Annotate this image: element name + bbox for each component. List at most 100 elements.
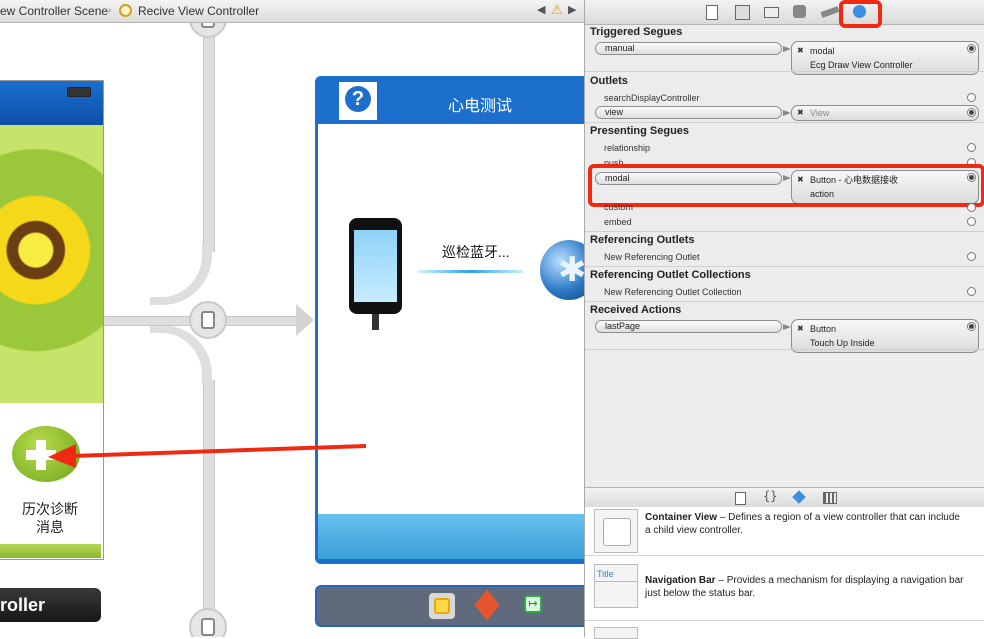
last-page-action-connector[interactable] (967, 322, 976, 331)
next-issue-icon[interactable]: ▶ (568, 3, 576, 16)
dest-line1: View (810, 108, 830, 118)
relationship-connector[interactable] (967, 143, 976, 152)
bluetooth-scan-label: 巡检蓝牙... (442, 244, 510, 260)
disconnect-icon[interactable]: ✖ (797, 106, 804, 120)
history-diagnosis-button[interactable] (12, 426, 84, 486)
connection-arrow (783, 324, 791, 330)
library-item-name: Container View (645, 512, 718, 523)
new-referencing-collection: New Referencing Outlet Collection (604, 287, 742, 297)
history-label-line1: 历次诊断 (22, 501, 78, 517)
segue-connector-line (203, 22, 215, 252)
exit-icon[interactable]: ↦ (524, 595, 542, 613)
section-divider (585, 71, 984, 72)
library-tab-bar: {} (585, 487, 984, 509)
inspector-tab-bar (585, 0, 984, 25)
battery-icon (67, 87, 91, 97)
segue-embed: embed (604, 217, 632, 227)
first-responder-icon[interactable] (474, 589, 500, 621)
scene-dock: ↦ (315, 585, 584, 627)
presenting-segues-title: Presenting Segues (590, 125, 690, 137)
manual-segue-connector[interactable] (967, 44, 976, 53)
outlets-title: Outlets (590, 75, 628, 87)
connections-tab-highlight (839, 0, 882, 28)
help-icon[interactable]: ? (337, 80, 379, 122)
segue-relationship: relationship (604, 143, 651, 153)
navigation-bar-description: Navigation Bar – Provides a mechanism fo… (645, 574, 967, 600)
quick-help-icon[interactable] (735, 5, 750, 20)
view-outlet-connector[interactable] (967, 108, 976, 117)
section-divider (585, 122, 984, 123)
file-template-icon[interactable] (735, 492, 746, 505)
new-referencing-collection-connector[interactable] (967, 287, 976, 296)
media-library-icon[interactable] (823, 492, 837, 504)
size-icon[interactable] (820, 6, 840, 18)
storyboard-canvas[interactable]: 历次诊断 消息 roller ? 心电测试 巡检蓝牙... ✱ ↦ ew Con… (0, 0, 584, 637)
segue-node[interactable] (189, 608, 227, 637)
modal-segue-highlight (588, 164, 984, 207)
connection-arrow (783, 46, 791, 52)
left-scene-footer (0, 544, 101, 558)
last-page-action-pill[interactable]: lastPage (595, 320, 782, 333)
referencing-outlets-title: Referencing Outlets (590, 234, 695, 246)
library-item-thumb (594, 627, 638, 639)
section-divider (585, 349, 984, 350)
code-snippet-icon[interactable]: {} (763, 489, 777, 503)
search-display-connector[interactable] (967, 93, 976, 102)
segue-custom: custom (604, 202, 634, 212)
dest-line2: Ecg Draw View Controller (810, 60, 913, 70)
history-label-line2: 消息 (36, 519, 64, 535)
jump-bar: ew Controller Scene › Recive View Contro… (0, 0, 584, 23)
segue-node[interactable] (189, 301, 227, 339)
left-scene-navbar (0, 81, 103, 125)
manual-segue-destination[interactable]: ✖ modal Ecg Draw View Controller (791, 41, 979, 75)
library-item-partial[interactable] (585, 621, 984, 639)
library-item-navigation-bar[interactable]: Title Navigation Bar – Provides a mechan… (585, 556, 984, 621)
breadcrumb-controller[interactable]: Recive View Controller (138, 4, 259, 18)
view-controller-icon[interactable] (429, 593, 455, 619)
new-referencing-outlet-connector[interactable] (967, 252, 976, 261)
triggered-segues-title: Triggered Segues (590, 26, 683, 38)
breadcrumb-separator: › (108, 5, 112, 16)
disconnect-icon[interactable]: ✖ (797, 322, 804, 336)
library-item-name: Navigation Bar (645, 575, 716, 586)
section-divider (585, 231, 984, 232)
section-divider (585, 301, 984, 302)
scene-controller-label[interactable]: roller (0, 588, 101, 622)
segue-arrowhead (296, 304, 314, 336)
manual-segue-pill[interactable]: manual (595, 42, 782, 55)
warning-icon[interactable]: ⚠ (551, 2, 563, 18)
embed-connector[interactable] (967, 217, 976, 226)
file-icon[interactable] (706, 5, 718, 20)
center-scene-footer (318, 514, 584, 559)
center-scene-title: 心电测试 (447, 98, 512, 115)
segue-connector-line (203, 380, 215, 620)
outlet-search-display: searchDisplayController (604, 93, 700, 103)
medical-cross-icon (12, 426, 80, 482)
connections-inspector: Triggered Segues manual ✖ modal Ecg Draw… (584, 0, 984, 639)
custom-connector[interactable] (967, 203, 976, 212)
object-library-icon[interactable] (792, 490, 806, 504)
referencing-collections-title: Referencing Outlet Collections (590, 269, 751, 281)
last-page-action-destination[interactable]: ✖ Button Touch Up Inside (791, 319, 979, 353)
library-item-container-view[interactable]: Container View – Defines a region of a v… (585, 507, 984, 556)
breadcrumb-scene[interactable]: ew Controller Scene (0, 4, 108, 18)
identity-icon[interactable] (764, 7, 779, 18)
sunflower-image (0, 125, 103, 403)
disconnect-icon[interactable]: ✖ (797, 44, 804, 58)
connection-arrow (783, 110, 791, 116)
history-diagnosis-label: 历次诊断 消息 (15, 500, 85, 536)
segue-curve (150, 245, 212, 305)
phone-screen (354, 230, 397, 302)
left-scene[interactable] (0, 80, 104, 560)
scan-progress-line (418, 270, 523, 273)
dest-line2: Touch Up Inside (810, 338, 875, 348)
section-divider (585, 266, 984, 267)
received-actions-title: Received Actions (590, 304, 682, 316)
view-outlet-pill[interactable]: view (595, 106, 782, 119)
phone-cable (372, 314, 379, 330)
nav-thumb-title: Title (597, 569, 614, 579)
previous-issue-icon[interactable]: ◀ (537, 3, 545, 16)
attributes-icon[interactable] (793, 5, 806, 18)
view-outlet-destination[interactable]: ✖ View (791, 105, 979, 121)
dest-line1: modal (810, 46, 835, 56)
